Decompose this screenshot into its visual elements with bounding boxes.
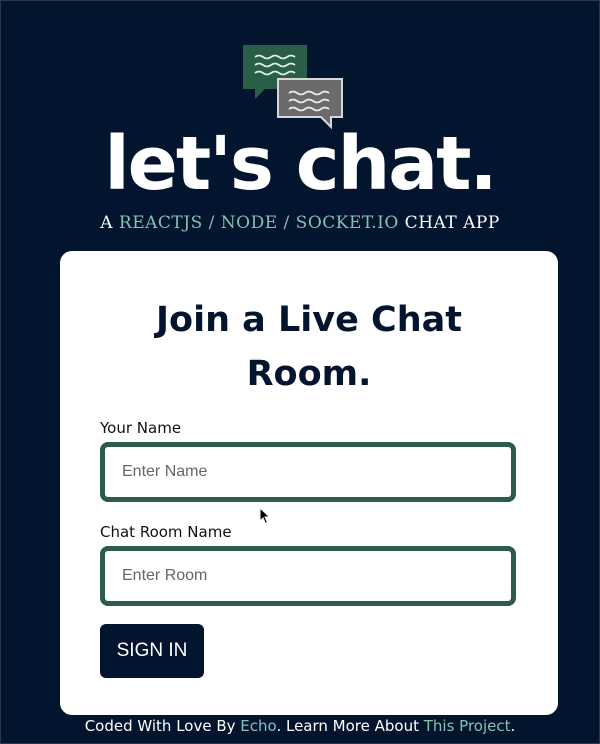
brand-title: let's chat. [104,121,497,207]
form-title-line1: Join a Live Chat [156,300,462,340]
room-input[interactable] [100,546,516,606]
footer-text-3: . [510,717,516,735]
author-link[interactable]: Echo [240,717,276,735]
form-title-line2: Room. [246,354,372,394]
sign-in-button[interactable]: SIGN IN [100,624,204,678]
form-title: Join a Live Chat Room. [60,293,558,401]
tagline: A REACTJS / NODE / SOCKET.IO CHAT APP [0,210,600,236]
tagline-socketio: SOCKET.IO [295,213,399,233]
tagline-suffix: CHAT APP [398,213,500,233]
tagline-node: NODE [220,213,278,233]
footer: Coded With Love By Echo. Learn More Abou… [0,715,600,737]
project-link[interactable]: This Project [424,717,511,735]
footer-text-1: Coded With Love By [84,717,241,735]
tagline-separator: / [202,213,221,233]
tagline-prefix: A [100,213,119,233]
tagline-reactjs: REACTJS [118,213,203,233]
name-label: Your Name [100,419,182,437]
room-label: Chat Room Name [100,523,232,541]
join-room-card: Join a Live Chat Room. Your Name Chat Roo… [60,251,558,715]
mouse-cursor-icon [259,507,271,525]
tagline-separator: / [277,213,296,233]
name-input[interactable] [100,442,516,502]
footer-text-2: . Learn More About [276,717,424,735]
